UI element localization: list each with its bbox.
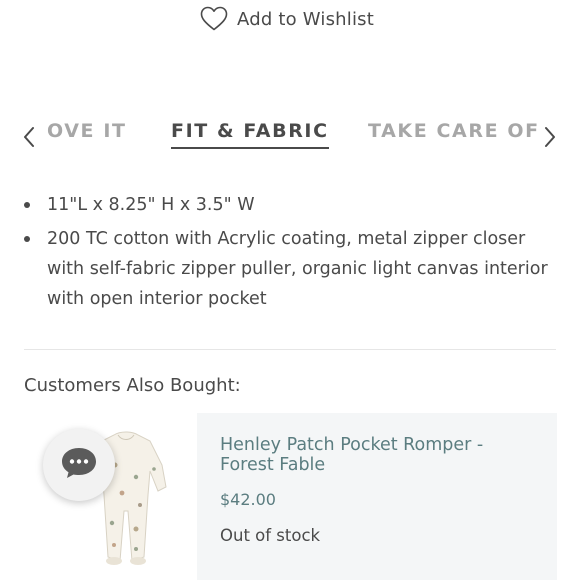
chevron-left-icon[interactable]	[22, 126, 36, 148]
heart-outline-icon	[200, 6, 228, 32]
tab-take-care-of[interactable]: TAKE CARE OF	[368, 120, 540, 142]
add-to-wishlist-button[interactable]: Add to Wishlist	[200, 4, 374, 34]
wishlist-label: Add to Wishlist	[237, 8, 374, 30]
fit-fabric-details-list: 11"L x 8.25" H x 3.5" W 200 TC cotton wi…	[24, 190, 554, 318]
product-details-page: Add to Wishlist OVE IT FIT & FABRIC TAKE…	[0, 0, 580, 580]
product-title-link[interactable]: Henley Patch Pocket Romper - Forest Fabl…	[220, 435, 540, 475]
bullet	[24, 236, 30, 242]
tab-fit-and-fabric[interactable]: FIT & FABRIC	[171, 120, 329, 149]
bullet	[24, 202, 30, 208]
list-item: 11"L x 8.25" H x 3.5" W	[24, 190, 554, 220]
tab-love-it[interactable]: OVE IT	[47, 120, 127, 142]
chevron-right-icon[interactable]	[543, 126, 557, 148]
stock-status: Out of stock	[220, 526, 321, 545]
chat-bubble-icon	[60, 445, 98, 485]
detail-text: 200 TC cotton with Acrylic coating, meta…	[47, 229, 548, 309]
product-card[interactable]: Henley Patch Pocket Romper - Forest Fabl…	[197, 413, 557, 580]
product-info-tabs: OVE IT FIT & FABRIC TAKE CARE OF	[0, 116, 580, 156]
list-item: 200 TC cotton with Acrylic coating, meta…	[24, 224, 554, 314]
detail-text: 11"L x 8.25" H x 3.5" W	[47, 195, 255, 215]
product-price: $42.00	[220, 490, 276, 509]
chat-button[interactable]	[43, 429, 115, 501]
customers-also-bought-heading: Customers Also Bought:	[24, 375, 241, 396]
section-divider	[24, 349, 556, 350]
